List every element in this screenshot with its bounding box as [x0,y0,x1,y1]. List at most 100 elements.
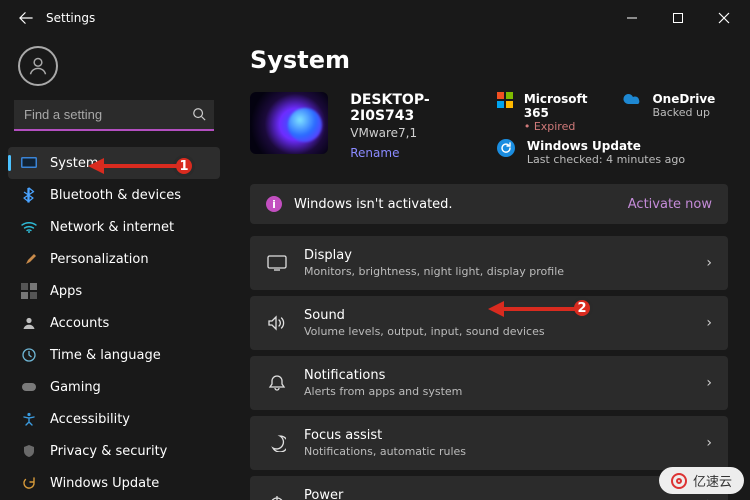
sidebar-item-label: Windows Update [50,476,159,491]
pc-meta: DESKTOP-2I0S743 VMware7,1 Rename [350,92,475,161]
status-cards: Microsoft 365• Expired OneDriveBacked up… [497,92,728,166]
chevron-right-icon: › [706,315,712,331]
person-icon [27,55,49,77]
tile-desc: Alerts from apps and system [304,385,462,398]
watermark-text: 亿速云 [693,471,732,490]
sidebar-item-label: Personalization [50,252,149,267]
activate-link[interactable]: Activate now [628,197,712,212]
annotation-arrow-2 [486,300,578,318]
banner-message: Windows isn't activated. [294,197,453,212]
sidebar-item-apps[interactable]: Apps [8,275,220,307]
sidebar-item-bluetooth[interactable]: Bluetooth & devices [8,179,220,211]
sidebar-item-label: Gaming [50,380,101,395]
sound-icon [266,315,288,331]
window-controls [612,4,744,32]
card-title: OneDrive [652,92,715,106]
sidebar-item-personalization[interactable]: Personalization [8,243,220,275]
sidebar-item-gaming[interactable]: Gaming [8,371,220,403]
tile-title: Focus assist [304,428,466,443]
sidebar-item-time-language[interactable]: Time & language [8,339,220,371]
card-onedrive[interactable]: OneDriveBacked up [622,92,728,133]
sidebar-item-privacy[interactable]: Privacy & security [8,435,220,467]
gamepad-icon [20,378,38,396]
shield-icon [20,442,38,460]
bluetooth-icon [20,186,38,204]
sidebar: System Bluetooth & devices Network & int… [0,36,228,500]
power-icon [266,494,288,500]
chevron-right-icon: › [706,255,712,271]
chevron-right-icon: › [706,495,712,500]
info-icon: i [266,196,282,212]
card-sub: • Expired [524,120,603,133]
update-round-icon [497,139,517,159]
tile-focus-assist[interactable]: Focus assist Notifications, automatic rul… [250,416,728,470]
sidebar-item-label: Apps [50,284,82,299]
update-icon [20,474,38,492]
globe-clock-icon [20,346,38,364]
m365-icon [497,92,514,112]
watermark: 亿速云 [659,467,744,494]
maximize-icon [672,12,684,24]
avatar [18,46,58,86]
tile-desc: Notifications, automatic rules [304,445,466,458]
tile-title: Power [304,488,499,500]
search-input[interactable] [14,100,214,131]
sidebar-item-accounts[interactable]: Accounts [8,307,220,339]
sidebar-item-label: Time & language [50,348,161,363]
tile-notifications[interactable]: NotificationsAlerts from apps and system… [250,356,728,410]
page-title: System [250,46,728,74]
wifi-icon [20,218,38,236]
chevron-right-icon: › [706,375,712,391]
card-m365[interactable]: Microsoft 365• Expired [497,92,603,133]
sidebar-item-accessibility[interactable]: Accessibility [8,403,220,435]
card-sub: Backed up [652,106,715,119]
sidebar-item-label: Accounts [50,316,109,331]
pc-name: DESKTOP-2I0S743 [350,92,475,124]
account-area[interactable] [8,42,220,100]
person-icon [20,314,38,332]
moon-icon [266,434,288,452]
sidebar-nav: System Bluetooth & devices Network & int… [8,147,220,499]
card-title: Microsoft 365 [524,92,603,120]
search-icon [192,107,206,125]
apps-icon [20,282,38,300]
activation-banner: i Windows isn't activated. Activate now [250,184,728,224]
tile-display[interactable]: Display Monitors, brightness, night light… [250,236,728,290]
card-title: Windows Update [527,139,685,153]
back-button[interactable] [12,4,40,32]
sidebar-item-network[interactable]: Network & internet [8,211,220,243]
watermark-icon [671,473,687,489]
card-sub: Last checked: 4 minutes ago [527,153,685,166]
rename-link[interactable]: Rename [350,146,399,160]
close-button[interactable] [704,4,744,32]
arrow-left-icon [19,11,33,25]
tile-desc: Monitors, brightness, night light, displ… [304,265,564,278]
sidebar-item-label: Privacy & security [50,444,167,459]
search-field[interactable] [14,100,214,131]
accessibility-icon [20,410,38,428]
display-tile-icon [266,255,288,271]
minimize-icon [626,12,638,24]
titlebar: Settings [0,0,750,36]
tile-power[interactable]: PowerSleep, battery usage, battery saver… [250,476,728,500]
main: System DESKTOP-2I0S743 VMware7,1 Rename … [228,36,750,500]
sidebar-item-windows-update[interactable]: Windows Update [8,467,220,499]
pc-thumbnail [250,92,328,154]
brush-icon [20,250,38,268]
window-title: Settings [46,11,95,25]
card-windows-update[interactable]: Windows UpdateLast checked: 4 minutes ag… [497,139,728,166]
sidebar-item-label: Bluetooth & devices [50,188,181,203]
sidebar-item-label: Network & internet [50,220,174,235]
bell-icon [266,374,288,392]
close-icon [718,12,730,24]
annotation-arrow-1 [86,157,178,175]
pc-info-row: DESKTOP-2I0S743 VMware7,1 Rename Microso… [250,92,728,166]
sidebar-item-label: Accessibility [50,412,130,427]
display-icon [20,154,38,172]
tile-title: Display [304,248,564,263]
minimize-button[interactable] [612,4,652,32]
maximize-button[interactable] [658,4,698,32]
tile-desc: Volume levels, output, input, sound devi… [304,325,545,338]
pc-hardware: VMware7,1 [350,126,475,140]
onedrive-icon [622,92,642,112]
